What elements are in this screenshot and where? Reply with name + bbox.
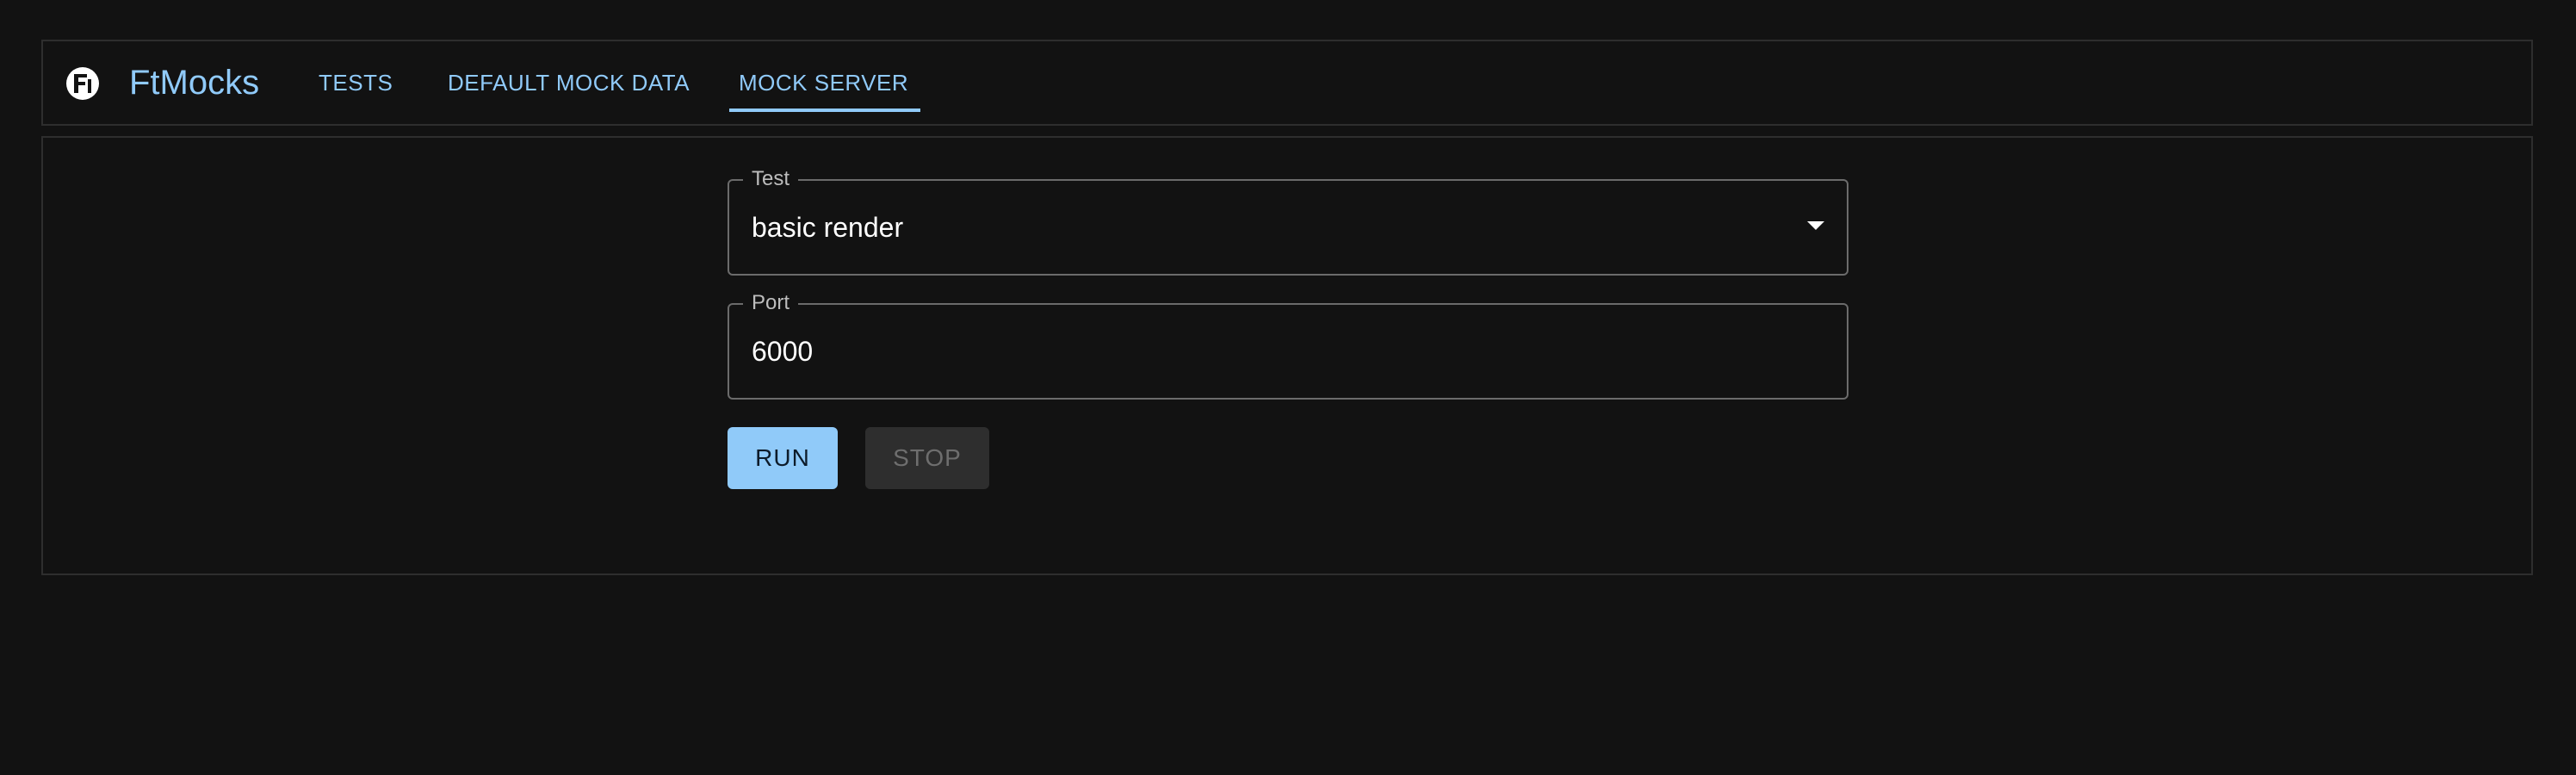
port-field-value[interactable]: 6000 — [752, 305, 813, 398]
tab-tests[interactable]: TESTS — [319, 41, 393, 124]
brand-title[interactable]: FtMocks — [129, 41, 259, 124]
ftmocks-logo-icon — [66, 67, 99, 100]
app-header: FtMocks TESTS DEFAULT MOCK DATA MOCK SER… — [41, 40, 2533, 126]
port-field[interactable]: Port 6000 — [728, 291, 1848, 400]
test-select-value[interactable]: basic render — [752, 181, 903, 274]
active-tab-indicator — [729, 108, 920, 112]
stop-button[interactable]: STOP — [865, 427, 989, 489]
test-select[interactable]: Test basic render — [728, 167, 1848, 276]
run-button[interactable]: RUN — [728, 427, 838, 489]
tab-default-mock-data[interactable]: DEFAULT MOCK DATA — [448, 41, 690, 124]
chevron-down-icon[interactable] — [1807, 221, 1824, 230]
